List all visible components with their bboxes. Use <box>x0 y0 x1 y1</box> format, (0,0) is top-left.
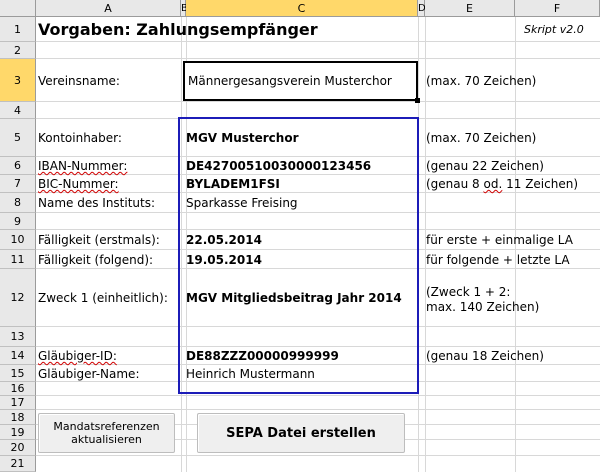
row-header-20[interactable]: 20 <box>0 440 36 456</box>
row-header-17[interactable]: 17 <box>0 396 36 410</box>
mandatsreferenzen-aktualisieren-button[interactable]: Mandatsreferenzen aktualisieren <box>38 413 175 453</box>
sepa-datei-erstellen-button[interactable]: SEPA Datei erstellen <box>197 413 405 453</box>
zweck-hint-line2: max. 140 Zeichen) <box>426 299 540 314</box>
faelligkeit-folgend-value[interactable]: 19.05.2014 <box>186 250 262 269</box>
column-header-c[interactable]: C <box>186 0 418 17</box>
bic-value[interactable]: BYLADEM1FSI <box>186 175 280 193</box>
vereinsname-label: Vereinsname: <box>38 73 120 88</box>
glaeubiger-id-label: Gläubiger-ID: <box>38 349 117 363</box>
vereinsname-value[interactable]: Männergesangsverein Musterchor <box>188 59 392 102</box>
row-header-15[interactable]: 15 <box>0 365 36 382</box>
row-header-18[interactable]: 18 <box>0 410 36 425</box>
bic-hint: (genau 8 od. 11 Zeichen) <box>426 175 578 193</box>
bic-label: BIC-Nummer: <box>38 177 119 191</box>
vereinsname-hint: (max. 70 Zeichen) <box>426 73 537 88</box>
iban-label: IBAN-Nummer: <box>38 159 128 173</box>
row-header-11[interactable]: 11 <box>0 250 36 269</box>
row-header-1[interactable]: 1 <box>0 17 36 42</box>
faelligkeit-folgend-hint: für folgende + letzte LA <box>426 252 570 267</box>
faelligkeit-erstmals-hint: für erste + einmalige LA <box>426 233 573 247</box>
bic-hint-abbrev: od. <box>483 177 503 191</box>
grid-line <box>36 409 600 410</box>
row-header-7[interactable]: 7 <box>0 175 36 193</box>
zweck-hint-line1: (Zweck 1 + 2: <box>426 284 511 299</box>
row-header-19[interactable]: 19 <box>0 425 36 440</box>
column-header-e[interactable]: E <box>425 0 515 17</box>
page-title: Vorgaben: Zahlungsempfänger <box>38 20 318 39</box>
bic-hint-pre: (genau 8 <box>426 177 484 191</box>
column-header-f[interactable]: F <box>515 0 600 17</box>
select-all-corner[interactable] <box>0 0 36 17</box>
iban-hint: (genau 22 Zeichen) <box>426 159 544 173</box>
row-header-2[interactable]: 2 <box>0 42 36 59</box>
row-header-8[interactable]: 8 <box>0 193 36 213</box>
glaeubiger-name-label: Gläubiger-Name: <box>38 366 140 381</box>
column-header-d[interactable]: D <box>418 0 426 17</box>
row-header-4[interactable]: 4 <box>0 102 36 119</box>
row-header-5[interactable]: 5 <box>0 119 36 157</box>
zweck-value[interactable]: MGV Mitgliedsbeitrag Jahr 2014 <box>186 269 402 327</box>
faelligkeit-erstmals-value[interactable]: 22.05.2014 <box>186 230 262 250</box>
row-header-12[interactable]: 12 <box>0 269 36 327</box>
institut-value[interactable]: Sparkasse Freising <box>186 193 298 213</box>
fill-handle[interactable] <box>415 98 420 103</box>
kontoinhaber-hint: (max. 70 Zeichen) <box>426 131 537 145</box>
row-header-16[interactable]: 16 <box>0 382 36 396</box>
row-header-10[interactable]: 10 <box>0 230 36 250</box>
column-header-a[interactable]: A <box>36 0 181 17</box>
row-header-21[interactable]: 21 <box>0 456 36 472</box>
institut-label: Name des Instituts: <box>38 196 156 210</box>
faelligkeit-folgend-label: Fälligkeit (folgend): <box>38 252 154 267</box>
zweck-label: Zweck 1 (einheitlich): <box>38 291 168 305</box>
grid-line <box>36 455 600 456</box>
faelligkeit-erstmals-label: Fälligkeit (erstmals): <box>38 233 160 247</box>
row-header-9[interactable]: 9 <box>0 213 36 230</box>
kontoinhaber-label: Kontoinhaber: <box>38 131 122 145</box>
version-label: Skript v2.0 <box>524 23 584 36</box>
grid-line <box>36 395 600 396</box>
spreadsheet: A B C D E F 1 2 3 4 5 6 7 8 9 10 11 12 1… <box>0 0 600 472</box>
row-header-6[interactable]: 6 <box>0 157 36 175</box>
glaeubiger-name-value[interactable]: Heinrich Mustermann <box>186 365 315 382</box>
bic-hint-post: 11 Zeichen) <box>502 177 579 191</box>
mandate-button-line2: aktualisieren <box>71 433 142 446</box>
iban-value[interactable]: DE42700510030000123456 <box>186 157 371 175</box>
glaeubiger-id-hint: (genau 18 Zeichen) <box>426 349 544 363</box>
row-header-14[interactable]: 14 <box>0 347 36 365</box>
row-header-13[interactable]: 13 <box>0 327 36 347</box>
kontoinhaber-value[interactable]: MGV Musterchor <box>186 119 299 157</box>
row-header-3[interactable]: 3 <box>0 59 36 102</box>
mandate-button-line1: Mandatsreferenzen <box>53 420 160 433</box>
glaeubiger-id-value[interactable]: DE88ZZZ00000999999 <box>186 347 339 365</box>
